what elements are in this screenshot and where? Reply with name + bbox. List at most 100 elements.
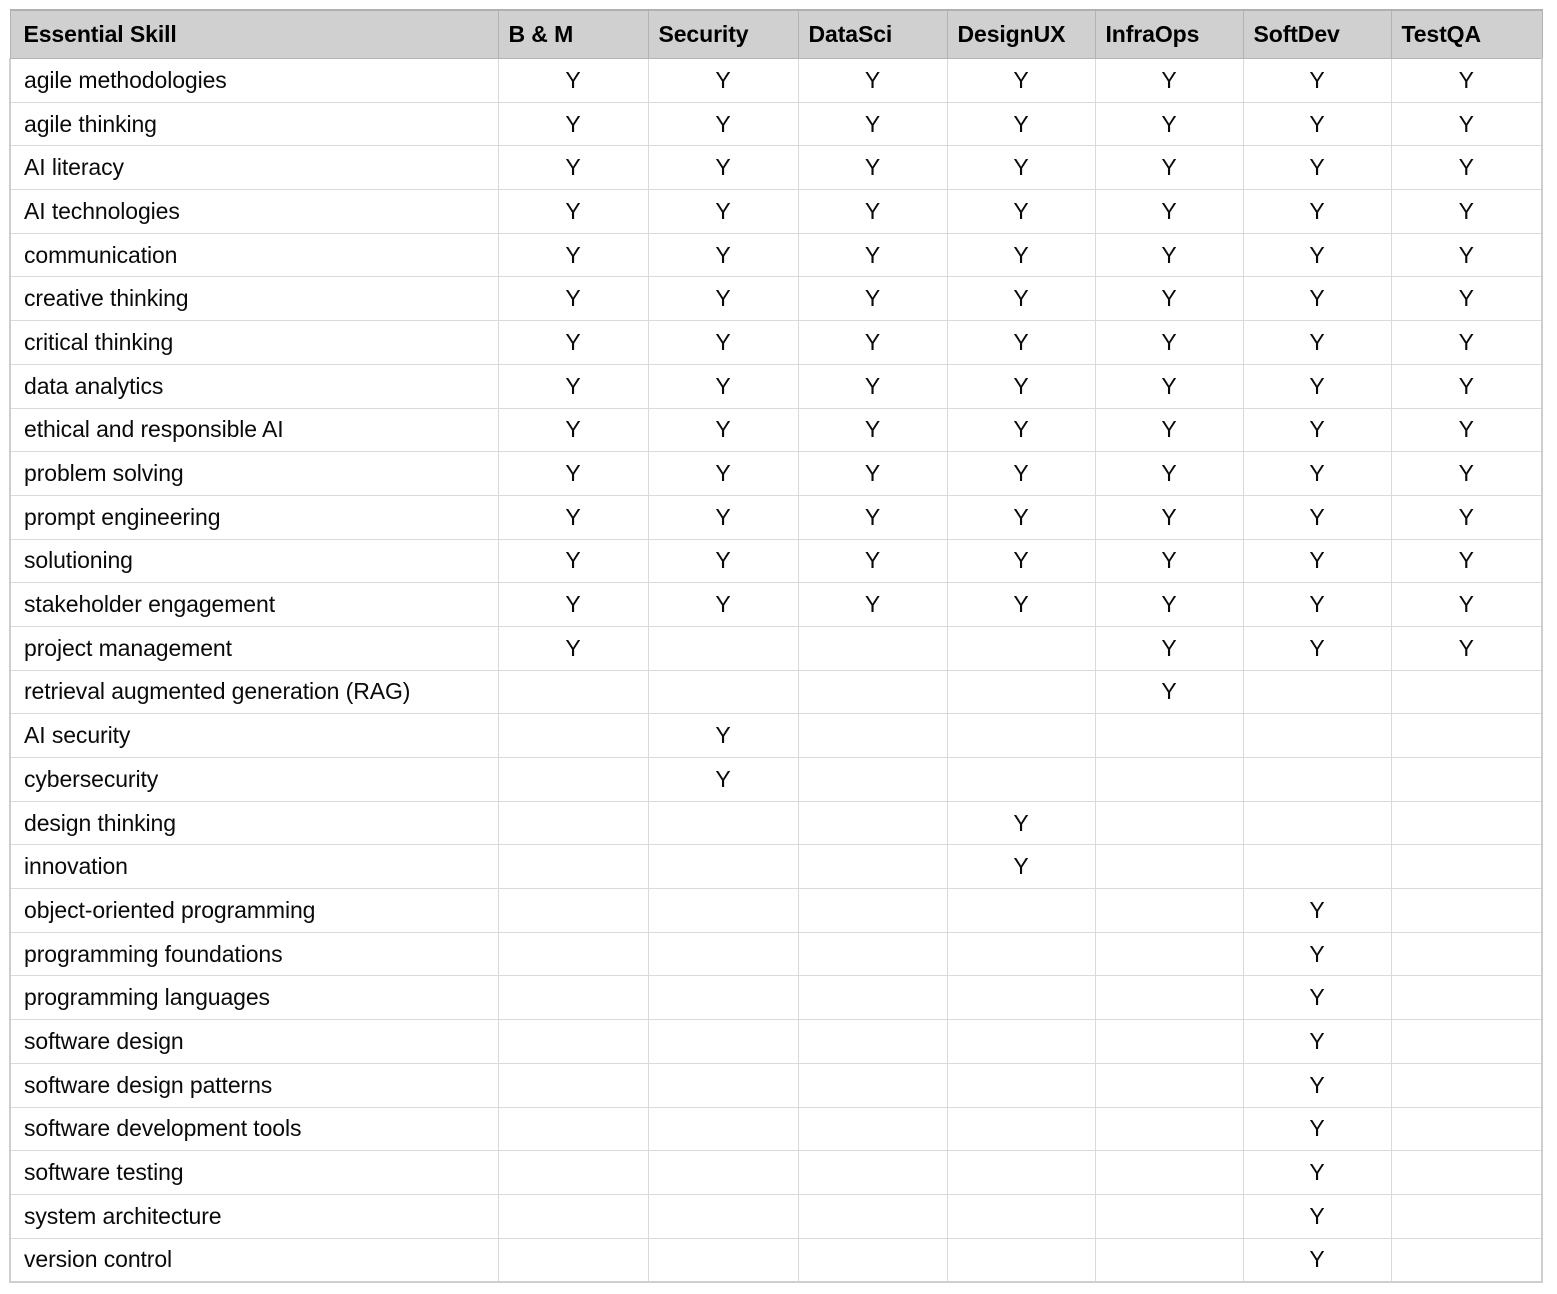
column-header-infraops[interactable]: InfraOps xyxy=(1094,9,1244,59)
flag-cell-designux xyxy=(946,975,1096,1021)
flag-cell-bm: Y xyxy=(497,582,649,627)
flag-cell-bm: Y xyxy=(497,58,649,103)
flag-cell-testqa xyxy=(1390,1237,1543,1284)
flag-cell-designux xyxy=(946,1150,1096,1195)
flag-cell-security: Y xyxy=(647,58,799,103)
flag-cell-testqa: Y xyxy=(1390,407,1543,453)
flag-cell-security xyxy=(647,1150,799,1195)
flag-cell-testqa xyxy=(1390,888,1543,933)
flag-cell-softdev: Y xyxy=(1242,1237,1392,1284)
flag-cell-infraops: Y xyxy=(1094,407,1244,453)
flag-cell-security: Y xyxy=(647,363,799,409)
flag-cell-designux xyxy=(946,888,1096,933)
column-header-bm[interactable]: B & M xyxy=(497,9,649,59)
flag-cell-bm xyxy=(497,1062,649,1108)
flag-cell-security xyxy=(647,1019,799,1064)
yes-mark: Y xyxy=(1161,372,1177,399)
flag-cell-designux xyxy=(946,625,1096,671)
flag-cell-infraops: Y xyxy=(1094,538,1244,584)
flag-cell-testqa xyxy=(1390,800,1543,846)
yes-mark: Y xyxy=(1161,503,1177,530)
table-row: stakeholder engagement Y Y Y Y Y Y Y xyxy=(9,582,1543,627)
flag-cell-datasci: Y xyxy=(797,189,948,234)
flag-cell-bm xyxy=(497,931,649,977)
flag-cell-datasci: Y xyxy=(797,145,948,191)
flag-cell-datasci xyxy=(797,757,948,802)
flag-cell-datasci xyxy=(797,1062,948,1108)
flag-cell-datasci xyxy=(797,975,948,1021)
flag-cell-datasci xyxy=(797,1019,948,1064)
yes-mark: Y xyxy=(565,241,581,268)
yes-mark: Y xyxy=(1309,154,1325,181)
yes-mark: Y xyxy=(565,197,581,224)
flag-cell-bm: Y xyxy=(497,538,649,584)
column-header-softdev[interactable]: SoftDev xyxy=(1242,9,1392,59)
flag-cell-security: Y xyxy=(647,101,799,147)
table-row: project management Y Y Y Y xyxy=(9,625,1543,671)
yes-mark: Y xyxy=(1458,66,1474,93)
flag-cell-designux: Y xyxy=(946,58,1096,103)
flag-cell-designux: Y xyxy=(946,800,1096,846)
flag-cell-testqa: Y xyxy=(1390,451,1543,496)
yes-mark: Y xyxy=(1309,503,1325,530)
column-header-security[interactable]: Security xyxy=(647,9,799,59)
skill-name-cell: AI security xyxy=(9,713,499,758)
flag-cell-infraops: Y xyxy=(1094,145,1244,191)
yes-mark: Y xyxy=(565,503,581,530)
yes-mark: Y xyxy=(565,328,581,355)
column-header-skill[interactable]: Essential Skill xyxy=(9,9,499,59)
flag-cell-security xyxy=(647,888,799,933)
yes-mark: Y xyxy=(1161,591,1177,618)
flag-cell-softdev xyxy=(1242,844,1392,890)
flag-cell-testqa: Y xyxy=(1390,363,1543,409)
yes-mark: Y xyxy=(864,110,881,137)
flag-cell-datasci xyxy=(797,1193,948,1239)
flag-cell-testqa: Y xyxy=(1390,276,1543,322)
flag-cell-testqa: Y xyxy=(1390,101,1543,147)
flag-cell-bm xyxy=(497,669,649,715)
column-header-designux[interactable]: DesignUX xyxy=(946,9,1096,59)
flag-cell-softdev: Y xyxy=(1242,975,1392,1021)
flag-cell-designux: Y xyxy=(946,363,1096,409)
skill-name-cell: innovation xyxy=(9,844,499,890)
flag-cell-testqa xyxy=(1390,975,1543,1021)
yes-mark: Y xyxy=(715,722,731,749)
flag-cell-bm xyxy=(497,1150,649,1195)
flag-cell-softdev: Y xyxy=(1242,101,1392,147)
flag-cell-infraops: Y xyxy=(1094,58,1244,103)
flag-cell-softdev: Y xyxy=(1242,363,1392,409)
column-header-datasci[interactable]: DataSci xyxy=(797,9,948,59)
skill-name-cell: creative thinking xyxy=(9,276,499,322)
flag-cell-datasci xyxy=(797,669,948,715)
flag-cell-designux: Y xyxy=(946,145,1096,191)
yes-mark: Y xyxy=(1161,678,1177,705)
flag-cell-designux xyxy=(946,669,1096,715)
column-header-testqa[interactable]: TestQA xyxy=(1390,9,1543,59)
flag-cell-softdev: Y xyxy=(1242,931,1392,977)
flag-cell-bm: Y xyxy=(497,320,649,365)
flag-cell-datasci xyxy=(797,1150,948,1195)
flag-cell-softdev: Y xyxy=(1242,1106,1392,1152)
yes-mark: Y xyxy=(1309,634,1325,661)
yes-mark: Y xyxy=(1458,154,1474,181)
flag-cell-testqa: Y xyxy=(1390,232,1543,278)
flag-cell-infraops xyxy=(1094,844,1244,890)
flag-cell-softdev: Y xyxy=(1242,1150,1392,1195)
flag-cell-softdev xyxy=(1242,669,1392,715)
yes-mark: Y xyxy=(715,66,731,93)
yes-mark: Y xyxy=(864,241,881,268)
flag-cell-testqa xyxy=(1390,669,1543,715)
yes-mark: Y xyxy=(715,460,731,487)
flag-cell-datasci xyxy=(797,1106,948,1152)
flag-cell-bm xyxy=(497,844,649,890)
yes-mark: Y xyxy=(1013,460,1029,487)
flag-cell-designux xyxy=(946,713,1096,758)
flag-cell-testqa xyxy=(1390,1150,1543,1195)
flag-cell-softdev: Y xyxy=(1242,1062,1392,1108)
yes-mark: Y xyxy=(715,372,731,399)
flag-cell-infraops: Y xyxy=(1094,232,1244,278)
skill-name-cell: solutioning xyxy=(9,538,499,584)
yes-mark: Y xyxy=(1013,503,1029,530)
flag-cell-security xyxy=(647,1106,799,1152)
flag-cell-testqa: Y xyxy=(1390,538,1543,584)
